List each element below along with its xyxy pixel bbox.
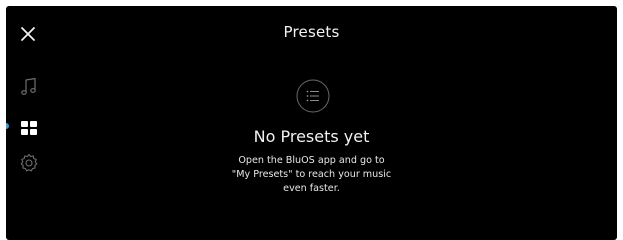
gear-icon [20, 153, 38, 172]
description-line: "My Presets" to reach your music [231, 169, 392, 180]
description-line: Open the BluOS app and go to [238, 155, 385, 166]
presets-screen: Presets No Presets yet Open the BluOS ap… [6, 6, 617, 240]
empty-state-icon [296, 79, 330, 113]
page-title: Presets [283, 23, 340, 41]
empty-state-description: Open the BluOS app and go to "My Presets… [206, 154, 417, 196]
empty-state-title: No Presets yet [253, 127, 370, 146]
music-note-icon [21, 77, 36, 95]
sidebar-item-music[interactable] [18, 76, 40, 98]
list-icon [296, 79, 330, 113]
description-line: even faster. [283, 183, 340, 194]
sidebar-item-settings[interactable] [18, 152, 40, 174]
